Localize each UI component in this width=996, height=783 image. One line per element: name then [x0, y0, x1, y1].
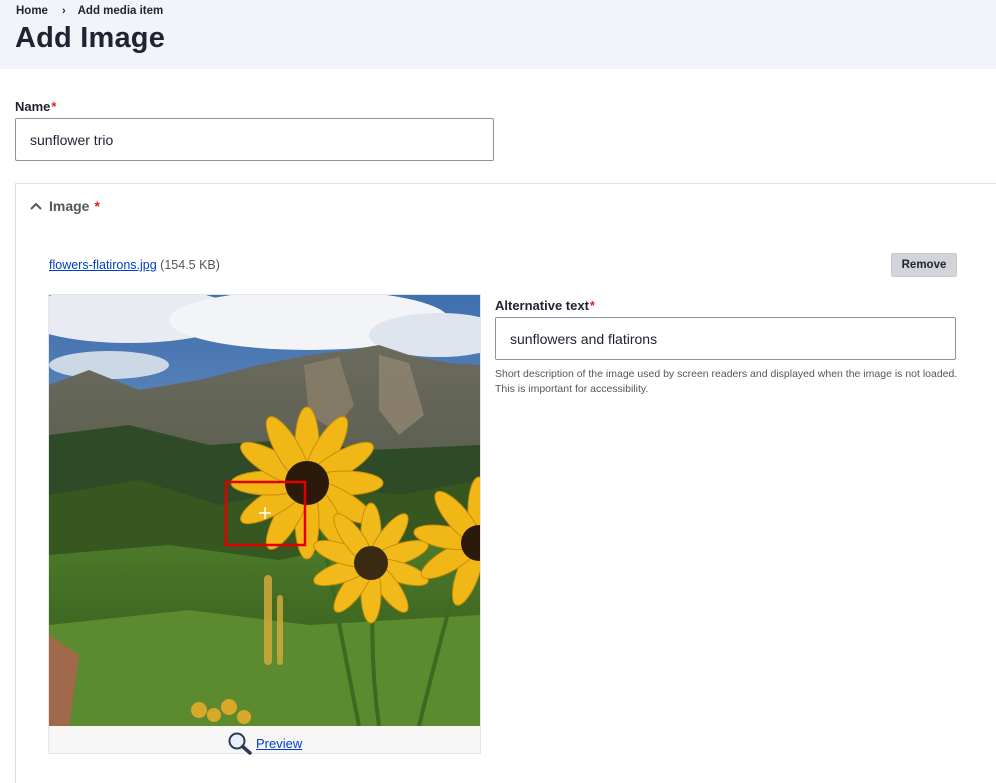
- name-label: Name*: [15, 99, 56, 114]
- required-marker: *: [589, 298, 595, 313]
- file-size: (154.5 KB): [160, 258, 220, 272]
- file-link[interactable]: flowers-flatirons.jpg: [49, 258, 157, 272]
- name-input[interactable]: [15, 118, 494, 161]
- chevron-up-icon: [30, 202, 42, 210]
- image-preview-container: Preview: [48, 294, 481, 755]
- preview-label: Preview: [256, 735, 303, 751]
- alt-text-label: Alternative text*: [495, 298, 595, 313]
- file-info: flowers-flatirons.jpg (154.5 KB): [49, 258, 220, 272]
- alt-text-label-text: Alternative text: [495, 298, 589, 313]
- required-marker: *: [94, 198, 100, 214]
- page-title: Add Image: [15, 22, 166, 54]
- alt-text-input[interactable]: [495, 317, 956, 360]
- magnifier-icon: [228, 732, 252, 755]
- name-label-text: Name: [15, 99, 51, 114]
- breadcrumb-separator: ›: [61, 5, 66, 17]
- image-section-label: Image: [49, 198, 90, 214]
- breadcrumb: Home › Add media item: [16, 5, 163, 17]
- breadcrumb-home-link[interactable]: Home: [16, 5, 48, 17]
- breadcrumb-current-link[interactable]: Add media item: [78, 5, 164, 17]
- remove-button[interactable]: Remove: [891, 253, 957, 277]
- required-marker: *: [51, 99, 57, 114]
- alt-text-description: Short description of the image used by s…: [495, 368, 958, 395]
- preview-link[interactable]: Preview: [227, 731, 302, 755]
- image-section-toggle[interactable]: Image *: [29, 198, 100, 214]
- image-thumbnail: [49, 295, 480, 726]
- page-header: Home › Add media item Add Image: [0, 0, 996, 69]
